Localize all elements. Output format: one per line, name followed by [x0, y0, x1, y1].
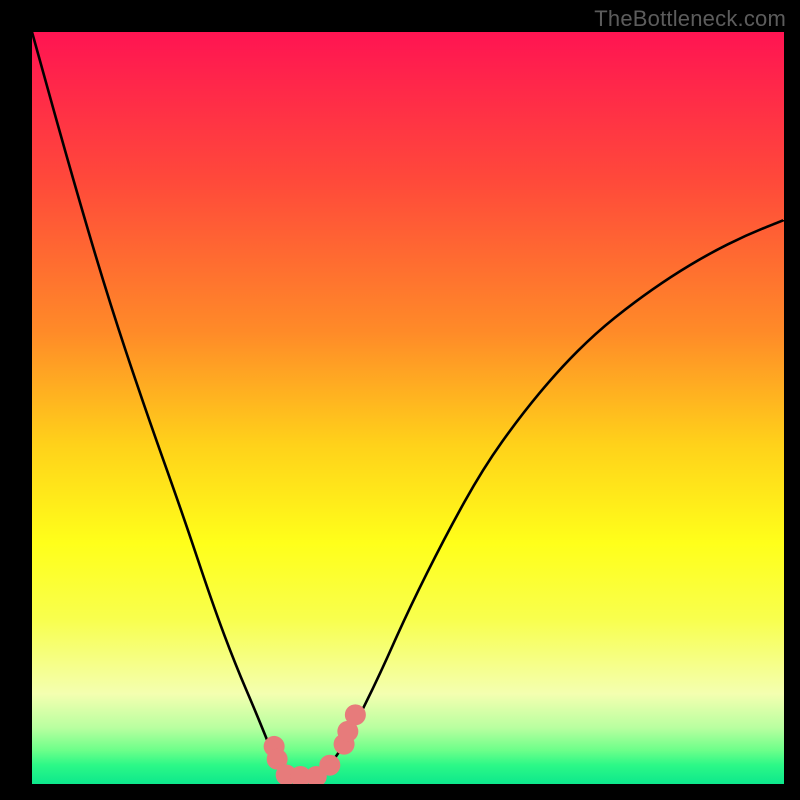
chart-frame: TheBottleneck.com [0, 0, 800, 800]
data-marker [319, 755, 340, 776]
bottleneck-chart [32, 32, 784, 784]
watermark-text: TheBottleneck.com [594, 6, 786, 32]
plot-area [32, 32, 784, 784]
data-marker [345, 704, 366, 725]
